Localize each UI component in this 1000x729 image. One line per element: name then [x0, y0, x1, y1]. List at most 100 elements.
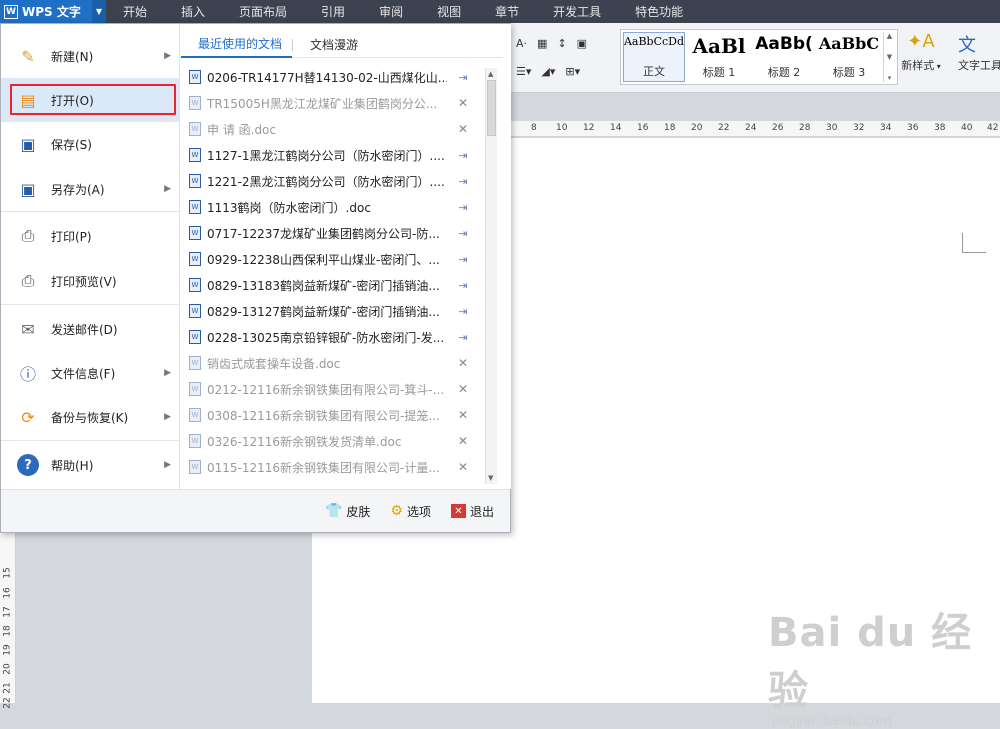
menu-item-new[interactable]: ✎ 新建(N) ▶ [1, 34, 180, 78]
menu-tab-references[interactable]: 引用 [304, 3, 362, 20]
list-item[interactable]: W 1127-1黑龙江鹤岗分公司（防水密闭门）.... ⇥ [189, 142, 481, 168]
menu-item-save-as[interactable]: ▣ 另存为(A) ▶ [1, 167, 180, 211]
style-sample: AaBbC [818, 34, 880, 53]
ruler-tick: 10 [556, 123, 568, 133]
style-heading-2[interactable]: AaBb( 标题 2 [753, 32, 815, 82]
list-item[interactable]: W 0929-12238山西保利平山煤业-密闭门、... ⇥ [189, 246, 481, 272]
menu-tab-developer[interactable]: 开发工具 [536, 3, 618, 20]
menu-item-label: 另存为(A) [51, 182, 105, 197]
menu-tab-page-layout[interactable]: 页面布局 [222, 3, 304, 20]
close-icon[interactable]: ✕ [453, 460, 473, 474]
list-item[interactable]: W 销齿式成套操车设备.doc ✕ [189, 350, 481, 376]
scroll-up-icon[interactable]: ▲ [488, 70, 493, 78]
scrollbar-thumb[interactable] [487, 80, 496, 136]
pin-icon[interactable]: ⇥ [453, 71, 473, 84]
close-icon[interactable]: ✕ [453, 408, 473, 422]
ruler-tick: 15 [2, 567, 13, 579]
text-tool-button[interactable]: 文 文字工具 [958, 31, 1000, 73]
word-doc-icon: W [189, 122, 201, 136]
options-button[interactable]: ⚙ 选项 [390, 503, 431, 520]
list-item[interactable]: W 申 请 函.doc ✕ [189, 116, 481, 142]
menu-tab-view[interactable]: 视图 [420, 3, 478, 20]
exit-button[interactable]: ✕ 退出 [450, 503, 494, 520]
pin-icon[interactable]: ⇥ [453, 279, 473, 292]
list-item[interactable]: W 0212-12116新余钢铁集团有限公司-箕斗-... ✕ [189, 376, 481, 402]
wps-app-menu-button[interactable]: W WPS 文字 ▼ [0, 0, 106, 23]
style-heading-3[interactable]: AaBbC 标题 3 [818, 32, 880, 82]
ribbon: A· ▦ ↕ ▣ ☰▾ ◢▾ ⊞▾ AaBbCcDd 正文 AaBl 标题 1 AaBb(… [510, 23, 1000, 93]
scroll-down-icon[interactable]: ▼ [488, 474, 493, 482]
menu-tab-section[interactable]: 章节 [478, 3, 536, 20]
save-icon: ▣ [20, 134, 36, 154]
sort-icon[interactable]: ↕ [557, 37, 566, 50]
list-item[interactable]: W 0228-13025南京铅锌银矿-防水密闭门-发... ⇥ [189, 324, 481, 350]
menu-item-print-preview[interactable]: ⎙ 打印预览(V) [1, 259, 180, 303]
pin-icon[interactable]: ⇥ [453, 305, 473, 318]
recent-list-scrollbar[interactable]: ▲ ▼ [485, 68, 497, 484]
horizontal-ruler: 8 10 12 14 16 18 20 22 24 26 28 30 32 34… [510, 121, 1000, 137]
tab-recent-documents[interactable]: 最近使用的文档 [181, 32, 293, 58]
list-item[interactable]: W 0115-12116新余钢铁集团有限公司-计量... ✕ [189, 454, 481, 480]
list-item[interactable]: W 0326-12116新余钢铁发货清单.doc ✕ [189, 428, 481, 454]
list-item[interactable]: W 0717-12237龙煤矿业集团鹤岗分公司-防... ⇥ [189, 220, 481, 246]
file-name: 0929-12238山西保利平山煤业-密闭门、... [207, 252, 440, 267]
menu-item-save[interactable]: ▣ 保存(S) [1, 122, 180, 166]
close-icon[interactable]: ✕ [453, 434, 473, 448]
pin-icon[interactable]: ⇥ [453, 253, 473, 266]
menu-item-file-info[interactable]: ⓘ 文件信息(F) ▶ [1, 351, 180, 395]
ruler-tick: 8 [531, 123, 537, 133]
menu-item-print[interactable]: ⎙ 打印(P) [1, 214, 180, 258]
pin-icon[interactable]: ⇥ [453, 227, 473, 240]
file-name: 1113鹤岗（防水密闭门）.doc [207, 200, 371, 215]
file-name: 1127-1黑龙江鹤岗分公司（防水密闭门）.... [207, 148, 445, 163]
shading-icon[interactable]: ◢▾ [541, 65, 555, 78]
list-item[interactable]: W 1113鹤岗（防水密闭门）.doc ⇥ [189, 194, 481, 220]
close-icon[interactable]: ✕ [453, 96, 473, 110]
menu-item-help[interactable]: ? 帮助(H) ▶ [1, 443, 180, 487]
menu-divider [1, 211, 180, 212]
font-effect-icon[interactable]: A· [516, 37, 527, 50]
close-icon[interactable]: ✕ [453, 382, 473, 396]
style-label: 标题 1 [702, 66, 736, 79]
table-icon[interactable]: ▦ [537, 37, 547, 50]
pin-icon[interactable]: ⇥ [453, 175, 473, 188]
ruler-tick: 22 [718, 123, 730, 133]
style-gallery: AaBbCcDd 正文 AaBl 标题 1 AaBb( 标题 2 AaBbC 标… [620, 29, 898, 85]
word-doc-icon: W [189, 278, 201, 292]
menu-tab-special[interactable]: 特色功能 [618, 3, 700, 20]
skin-button[interactable]: 👕 皮肤 [325, 503, 370, 520]
pin-icon[interactable]: ⇥ [453, 201, 473, 214]
show-marks-icon[interactable]: ▣ [577, 37, 587, 50]
menu-item-backup[interactable]: ⟳ 备份与恢复(K) ▶ [1, 395, 180, 439]
list-item[interactable]: W 1221-2黑龙江鹤岗分公司（防水密闭门）.... ⇥ [189, 168, 481, 194]
list-item[interactable]: W 0206-TR14177H替14130-02-山西煤化山... ⇥ [189, 64, 481, 90]
print-preview-icon: ⎙ [21, 271, 35, 290]
chevron-down-icon[interactable]: ▼ [92, 0, 106, 23]
close-icon[interactable]: ✕ [453, 356, 473, 370]
style-gallery-scroll[interactable]: ▲ ▼ ▾ [883, 32, 895, 82]
pin-icon[interactable]: ⇥ [453, 331, 473, 344]
border-icon[interactable]: ⊞▾ [565, 65, 580, 78]
style-label: 标题 2 [767, 66, 801, 79]
menu-tab-home[interactable]: 开始 [106, 3, 164, 20]
list-item[interactable]: W 0308-12116新余钢铁集团有限公司-提笼... ✕ [189, 402, 481, 428]
ruler-tick: 20 [691, 123, 703, 133]
menu-item-label: 帮助(H) [51, 458, 94, 473]
file-name: 0212-12116新余钢铁集团有限公司-箕斗-... [207, 382, 445, 397]
menu-tab-review[interactable]: 审阅 [362, 3, 420, 20]
line-spacing-icon[interactable]: ☰▾ [516, 65, 531, 78]
chevron-right-icon: ▶ [164, 460, 171, 470]
list-item[interactable]: W TR15005H黑龙江龙煤矿业集团鹤岗分公... ✕ [189, 90, 481, 116]
style-heading-1[interactable]: AaBl 标题 1 [688, 32, 750, 82]
list-item[interactable]: W 0829-13183鹤岗益新煤矿-密闭门插销油... ⇥ [189, 272, 481, 298]
menu-item-send-mail[interactable]: ✉ 发送邮件(D) [1, 307, 180, 351]
pin-icon[interactable]: ⇥ [453, 149, 473, 162]
file-name: 申 请 函.doc [207, 122, 277, 137]
new-style-button[interactable]: ✦A 新样式 ▾ [896, 31, 946, 73]
style-normal[interactable]: AaBbCcDd 正文 [623, 32, 685, 82]
file-menu-panel: ✎ 新建(N) ▶ ▤ 打开(O) ▣ 保存(S) ▣ 另存为(A) ▶ ⎙ 打… [0, 23, 511, 533]
tab-document-roaming[interactable]: 文档漫游 [293, 32, 368, 58]
close-icon[interactable]: ✕ [453, 122, 473, 136]
list-item[interactable]: W 0829-13127鹤岗益新煤矿-密闭门插销油... ⇥ [189, 298, 481, 324]
menu-tab-insert[interactable]: 插入 [164, 3, 222, 20]
